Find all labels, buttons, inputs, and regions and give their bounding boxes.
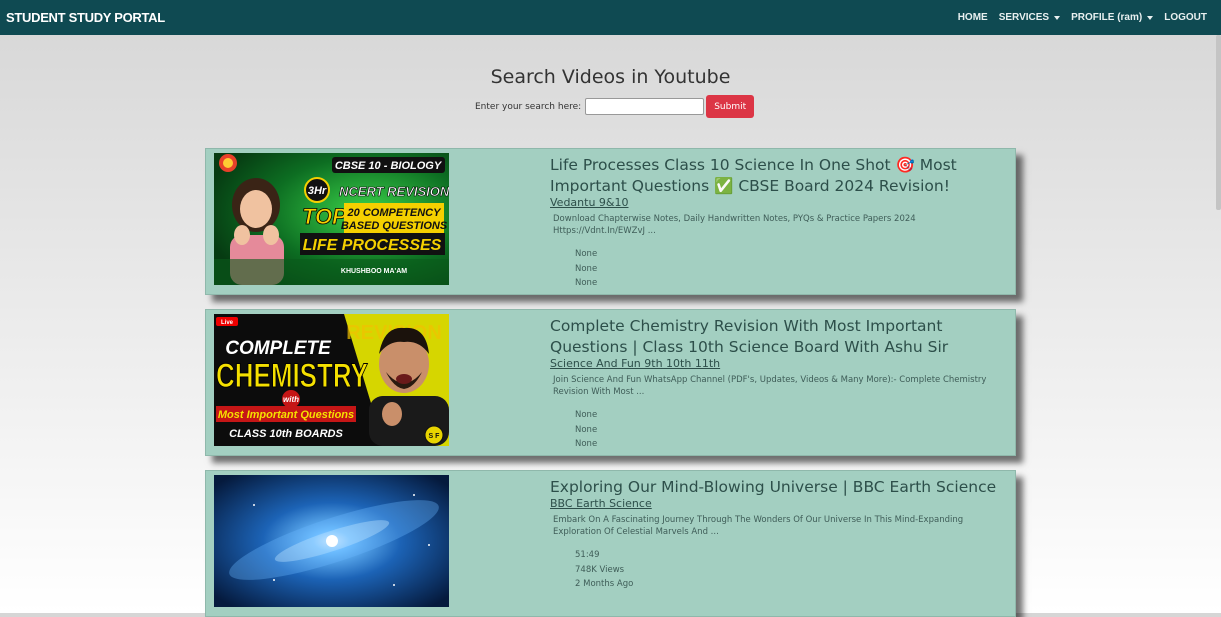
nav-services-label: SERVICES xyxy=(998,12,1050,23)
video-views: None xyxy=(575,263,598,274)
thumb-text: with xyxy=(283,395,299,404)
search-label: Enter your search here: xyxy=(475,101,582,112)
thumb-text: Live xyxy=(221,320,234,326)
caret-down-icon xyxy=(1054,15,1061,20)
thumb-text: BASED QUESTIONS xyxy=(341,220,448,232)
navbar: STUDENT STUDY PORTAL HOME SERVICES PROFI… xyxy=(0,0,1221,35)
video-card: REVISION Live COMPLETE CHEMISTRY with Mo… xyxy=(205,309,1016,456)
video-published: None xyxy=(575,278,598,288)
thumb-text: 20 COMPETENCY xyxy=(347,207,443,219)
video-duration: None xyxy=(575,249,598,259)
thumb-text: COMPLETE xyxy=(225,338,332,359)
video-title[interactable]: Life Processes Class 10 Science In One S… xyxy=(550,155,1000,197)
video-meta: None None None xyxy=(575,247,1000,291)
channel-link[interactable]: Vedantu 9&10 xyxy=(550,196,1000,209)
video-thumbnail[interactable]: CBSE 10 - BIOLOGY 3Hr NCERT REVISION TOP… xyxy=(214,153,449,285)
nav-logout-label: LOGOUT xyxy=(1164,12,1207,23)
nav-services-dropdown[interactable]: SERVICES xyxy=(998,12,1061,23)
submit-button[interactable]: Submit xyxy=(706,95,755,118)
search-title: Search Videos in Youtube xyxy=(490,66,731,88)
video-meta: 51:49 748K Views 2 Months Ago xyxy=(575,548,1000,592)
video-description: Join Science And Fun WhatsApp Channel (P… xyxy=(553,375,987,397)
video-title[interactable]: Exploring Our Mind-Blowing Universe | BB… xyxy=(550,477,1000,498)
thumb-text: 3Hr xyxy=(308,185,327,197)
video-thumbnail[interactable]: REVISION Live COMPLETE CHEMISTRY with Mo… xyxy=(214,314,449,446)
video-card: CBSE 10 - BIOLOGY 3Hr NCERT REVISION TOP… xyxy=(205,148,1016,295)
thumb-text: S F xyxy=(429,433,441,440)
video-description: Download Chapterwise Notes, Daily Handwr… xyxy=(553,214,916,236)
nav-logout[interactable]: LOGOUT xyxy=(1164,12,1207,23)
video-published: None xyxy=(575,439,598,449)
video-meta: None None None xyxy=(575,408,1000,452)
channel-link[interactable]: Science And Fun 9th 10th 11th xyxy=(550,357,1000,370)
video-description: Embark On A Fascinating Journey Through … xyxy=(553,515,964,537)
search-form: Enter your search here: Submit xyxy=(475,95,755,118)
video-views: None xyxy=(575,424,598,435)
video-card: Exploring Our Mind-Blowing Universe | BB… xyxy=(205,470,1016,617)
video-title[interactable]: Complete Chemistry Revision With Most Im… xyxy=(550,316,1000,358)
nav-profile-label: PROFILE (ram) xyxy=(1071,12,1143,23)
thumb-text: Most Important Questions xyxy=(218,409,354,421)
video-thumbnail[interactable] xyxy=(214,475,449,607)
nav-profile-dropdown[interactable]: PROFILE (ram) xyxy=(1071,12,1154,23)
thumb-text: CBSE 10 - BIOLOGY xyxy=(335,160,443,172)
video-views: 748K Views xyxy=(575,564,625,575)
video-duration: None xyxy=(575,410,598,420)
nav-home[interactable]: HOME xyxy=(958,12,988,23)
brand-logo[interactable]: STUDENT STUDY PORTAL xyxy=(6,10,165,25)
nav-home-label: HOME xyxy=(957,12,988,23)
video-published: 2 Months Ago xyxy=(575,579,634,589)
thumb-text: CHEMISTRY xyxy=(216,357,368,395)
video-info: Complete Chemistry Revision With Most Im… xyxy=(550,316,1000,452)
search-input[interactable] xyxy=(585,98,705,115)
scrollbar[interactable] xyxy=(1216,35,1221,210)
video-duration: 51:49 xyxy=(575,550,600,560)
thumb-text: NCERT REVISION xyxy=(339,184,449,199)
video-info: Exploring Our Mind-Blowing Universe | BB… xyxy=(550,477,1000,592)
thumb-text: CLASS 10th BOARDS xyxy=(229,428,343,440)
nav-menu: HOME SERVICES PROFILE (ram) LOGOUT xyxy=(958,12,1207,23)
thumb-text: KHUSHBOO MA'AM xyxy=(341,268,407,275)
thumb-text: LIFE PROCESSES xyxy=(303,237,442,254)
video-info: Life Processes Class 10 Science In One S… xyxy=(550,155,1000,291)
channel-link[interactable]: BBC Earth Science xyxy=(550,497,1000,510)
caret-down-icon xyxy=(1147,15,1154,20)
